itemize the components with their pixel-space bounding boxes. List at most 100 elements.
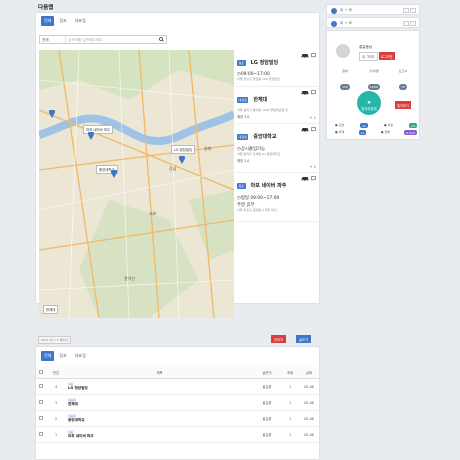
- attendance-circle[interactable]: ♥: [357, 91, 381, 115]
- place-badge: 대표점: [237, 133, 249, 140]
- row-writer: 홍길동: [253, 410, 281, 427]
- search-icon[interactable]: [157, 36, 166, 43]
- attendance-label: 접속자접계: [361, 107, 377, 111]
- map-place-name: 관악산: [124, 275, 135, 281]
- side-row: 회 + 회 ‹ ›: [326, 17, 420, 28]
- row-views: 1: [281, 394, 299, 411]
- board-tabs: 전체 점포 대표점: [41, 351, 89, 361]
- admin-button[interactable]: 관리자: [271, 335, 287, 343]
- map-pin-icon[interactable]: [88, 132, 94, 140]
- row-title[interactable]: 대표점 중앙대학교: [66, 410, 253, 427]
- place-list: 점포 LG 청담빌딩 ◷09:00~17:00 서울 강남구 청담동 103 청…: [236, 50, 318, 312]
- car-icon: [301, 54, 309, 58]
- chat-icon: [311, 176, 316, 181]
- place-address: 서울 마포구 공덕동 2 대지 바다: [237, 208, 277, 212]
- place-badge: 점포: [237, 59, 246, 66]
- place-name: 마포 네이버 파주: [250, 183, 287, 189]
- place-item[interactable]: 점포 마포 네이버 파주 ◷평일 09:00~17:00 주말 휴무 서울 마포…: [236, 173, 318, 222]
- place-badge: 점포: [237, 182, 246, 189]
- place-icons: [301, 127, 316, 132]
- place-hours: ◷평일 09:00~17:00: [237, 196, 280, 201]
- select-all-checkbox[interactable]: [39, 370, 43, 374]
- row-title[interactable]: 점포 마포 네이버 파주: [66, 426, 253, 443]
- search-select[interactable]: 전체: [40, 36, 66, 43]
- side-row-buttons: ‹ ›: [403, 7, 416, 13]
- avatar: [336, 44, 350, 58]
- map-label-knsu[interactable]: 한체대: [43, 305, 59, 314]
- write-button[interactable]: 글쓰기: [296, 335, 312, 343]
- next-button[interactable]: ›: [410, 20, 416, 26]
- row-checkbox[interactable]: [39, 384, 43, 388]
- place-item[interactable]: 점포 LG 청담빌딩 ◷09:00~17:00 서울 강남구 청담동 103 청…: [236, 50, 318, 87]
- car-icon: [301, 128, 309, 132]
- row-title[interactable]: 점포 LG 청담빌딩: [66, 378, 253, 395]
- tab-all[interactable]: 전체: [41, 351, 55, 361]
- table-row[interactable]: 1 점포 마포 네이버 파주 홍길동 1 05-08: [36, 426, 319, 443]
- place-item[interactable]: 대표점 한체대 서울 송파구 방이동 1236 올림픽공원 안 예정 3.0 +…: [236, 87, 318, 124]
- table-row[interactable]: 3 대표점 한체대 홍길동 1 05-08: [36, 394, 319, 411]
- place-plus[interactable]: + 1: [310, 116, 316, 120]
- map-pin-icon[interactable]: [179, 156, 185, 164]
- col-date: 날짜: [299, 367, 319, 379]
- table-row[interactable]: 4 점포 LG 청담빌딩 홍길동 1 05-08: [36, 378, 319, 395]
- logout-button[interactable]: 로그아웃: [379, 52, 395, 60]
- attendance-button[interactable]: 출석하기: [395, 101, 411, 109]
- map-card: 전체 점포 대표점 전체 검색어를 입력해주세요 강남 서초 송파 관악산 마포…: [35, 12, 320, 318]
- row-num: 2: [46, 410, 66, 427]
- row-checkbox[interactable]: [39, 400, 43, 404]
- place-icons: [301, 176, 316, 181]
- prev-button[interactable]: ‹: [403, 20, 409, 26]
- tab-all[interactable]: 전체: [41, 16, 55, 26]
- row-num: 3: [46, 394, 66, 411]
- row-views: 1: [281, 426, 299, 443]
- table-header: 번호 제목 글쓴이 조회 날짜: [36, 367, 319, 379]
- side-row-buttons: ‹ ›: [403, 20, 416, 26]
- stat-item: 출석/결 18/00: [367, 69, 381, 90]
- visitor-row: ● 오늘 12 ● 이번 43: [335, 123, 417, 128]
- map-place-name: 송파: [204, 145, 212, 151]
- user-stats: 참여 120 출석/결 18/00 신고/2 15: [332, 69, 416, 92]
- row-checkbox[interactable]: [39, 416, 43, 420]
- tab-store[interactable]: 점포: [56, 351, 69, 361]
- map-pin-icon[interactable]: [49, 110, 55, 118]
- car-icon: [301, 91, 309, 95]
- row-writer: 홍길동: [253, 426, 281, 443]
- place-address: 서울 강남구 청담동 103 청담빌딩: [237, 77, 280, 81]
- place-item[interactable]: 대표점 중앙대학교 ◷상시출입가능 서울 동작구 흑석동 67 중앙대학교 예정…: [236, 124, 318, 173]
- next-button[interactable]: ›: [410, 7, 416, 13]
- map-view[interactable]: 강남 서초 송파 관악산 한강 마포 네이버 파주 중앙대학교 LG 청담빌딩 …: [39, 50, 234, 318]
- prev-button[interactable]: ‹: [403, 7, 409, 13]
- row-date: 05-08: [299, 426, 319, 443]
- tab-main-store[interactable]: 대표점: [72, 351, 89, 361]
- place-address: 서울 송파구 방이동 1236 올림픽공원 안: [237, 108, 289, 112]
- search-input[interactable]: 검색어를 입력해주세요: [66, 36, 157, 43]
- col-views: 조회: [281, 367, 299, 379]
- map-label-lg[interactable]: LG 청담빌딩: [171, 145, 196, 154]
- col-title: 제목: [66, 367, 253, 379]
- map-pin-icon[interactable]: [111, 170, 117, 178]
- map-tabs: 전체 점포 대표점: [41, 16, 89, 26]
- place-availability: 예정 1.0: [237, 158, 250, 163]
- row-date: 05-08: [299, 410, 319, 427]
- tab-store[interactable]: 점포: [56, 16, 69, 26]
- row-title[interactable]: 대표점 한체대: [66, 394, 253, 411]
- map-place-name: 강남: [169, 165, 177, 171]
- my-grid-button[interactable]: 내 그리드: [359, 52, 378, 61]
- user-name: 홍길동님: [359, 45, 373, 49]
- place-icons: [301, 90, 316, 95]
- place-availability: 예정 3.0: [237, 114, 250, 119]
- side-row: 회 + 회 ‹ ›: [326, 4, 420, 15]
- place-name: 한체대: [253, 97, 268, 103]
- page-title: 다음맵: [38, 5, 54, 11]
- place-badge: 대표점: [237, 96, 249, 103]
- place-plus[interactable]: + 1: [310, 165, 316, 169]
- table-row[interactable]: 2 대표점 중앙대학교 홍길동 1 05-08: [36, 410, 319, 427]
- row-views: 1: [281, 378, 299, 395]
- chat-icon: [311, 90, 316, 95]
- map-place-name: 서초: [149, 210, 157, 216]
- row-checkbox[interactable]: [39, 432, 43, 436]
- tab-main-store[interactable]: 대표점: [72, 16, 89, 26]
- col-writer: 글쓴이: [253, 367, 281, 379]
- place-icons: [301, 53, 316, 58]
- row-num: 1: [46, 426, 66, 443]
